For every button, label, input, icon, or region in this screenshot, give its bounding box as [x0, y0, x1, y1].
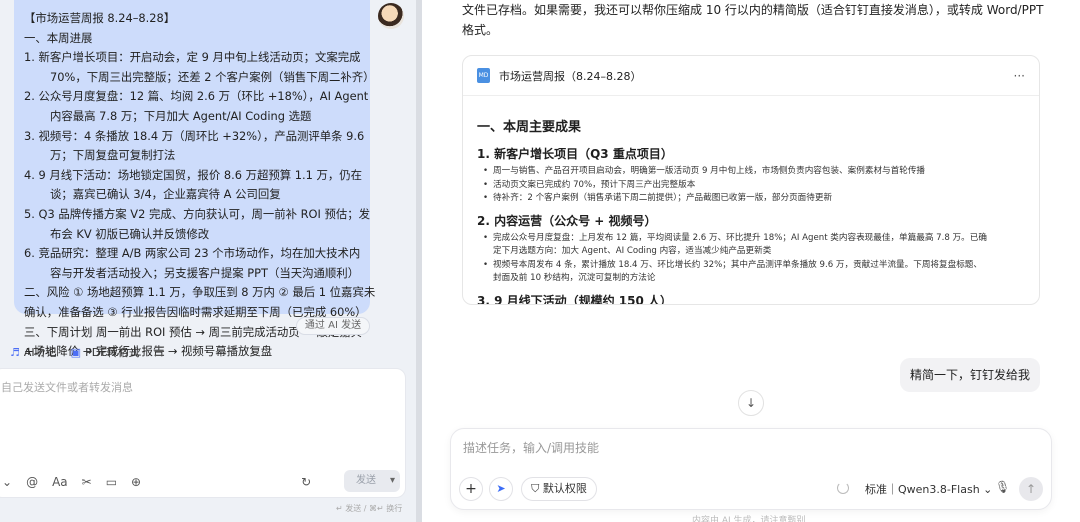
report-line: 谈；嘉宾已确认 3/4，企业嘉宾待 A 公司回复	[50, 187, 281, 202]
task-input-placeholder: 描述任务，输入/调用技能	[463, 441, 600, 455]
avatar[interactable]	[378, 3, 404, 29]
left-send-button[interactable]: 发送 ▾	[344, 470, 400, 492]
ai-reply-line: 文件已存档。如果需要，我还可以帮你压缩成 10 行以内的精简版（适合钉钉直接发消…	[462, 3, 1044, 17]
weekly-report-message: 【市场运营周报 8.24–8.28】 一、本周进展 1. 新客户增长项目：开启动会，…	[14, 0, 376, 358]
doc-section-list: 完成公众号月度复盘：上月发布 12 篇，平均阅读量 2.6 万、环比提升 18%…	[477, 232, 1025, 286]
report-line: 一、本周进展	[24, 30, 93, 45]
microphone-icon[interactable]: 🎙	[995, 480, 1010, 494]
report-line: 70%，下周三出完整版；还差 2 个客户案例（销售下周二补齐）	[50, 69, 375, 84]
send-button[interactable]: ↑	[1019, 477, 1043, 501]
doc-heading: 一、本周主要成果	[477, 120, 582, 135]
report-line: 5. Q3 品牌传播方案 V2 完成、方向获认可，周一前补 ROI 预估；发	[24, 206, 371, 221]
doc-list-item: 完成公众号月度复盘：上月发布 12 篇，平均阅读量 2.6 万、环比提升 18%…	[477, 232, 1025, 246]
mention-icon[interactable]: @	[26, 475, 38, 489]
permission-button[interactable]: ⛉ 默认权限	[521, 477, 597, 501]
scroll-down-button[interactable]: ↓	[738, 390, 764, 416]
loading-spinner-icon	[837, 482, 849, 494]
report-line: 4. 9 月线下活动：场地锁定国贸，报价 8.6 万超预算 1.1 万，仍在	[24, 167, 363, 182]
doc-list-item: 定下月选题方向：加大 Agent、AI Coding 内容，适当减少纯产品更新类	[493, 246, 772, 256]
chevron-down-icon[interactable]: ⌄	[2, 475, 12, 489]
doc-list-item: 待补齐：2 个客户案例（销售承诺下周二前提供）；产品截图已收第一版，部分页面待更…	[477, 192, 1025, 206]
model-selector[interactable]: 标准｜Qwen3.8-Flash ⌄	[865, 481, 992, 497]
doc-section-title: 3. 9 月线下活动（规模约 150 人）	[477, 293, 673, 305]
report-line: 6. 竞品研究：整理 A/B 两家公司 23 个市场动作，均在加大技术内	[24, 246, 361, 261]
doc-list-item: 封面及前 10 秒结构，沉淀可复制的方法论	[493, 273, 656, 283]
document-card[interactable]: MD 市场运营周报（8.24–8.28） ··· 一、本周主要成果 1. 新客户…	[462, 55, 1040, 305]
report-line: 二、风险 ① 场地超预算 1.1 万，争取压到 8 万内 ② 最后 1 位嘉宾未	[24, 285, 376, 300]
markdown-file-icon: MD	[477, 68, 490, 83]
pointer-tool-button[interactable]: ➤	[489, 477, 513, 501]
menu-icon: ☰	[153, 344, 166, 360]
doc-list-item: 视频号本周发布 4 条，累计播放 18.4 万、环比增长约 32%；其中产品测评…	[477, 259, 1025, 273]
menu-button[interactable]: ☰	[154, 345, 166, 360]
add-attachment-button[interactable]: +	[459, 477, 483, 501]
document-header: MD 市场运营周报（8.24–8.28） ···	[463, 56, 1039, 96]
doc-list-item: 周一与销售、产品召开项目启动会，明确第一版活动页 9 月中旬上线，市场侧负责内容…	[477, 165, 1025, 179]
pdf-convert-label: PDF转格式	[85, 346, 140, 359]
permission-label: 默认权限	[542, 482, 587, 495]
shield-icon: ⛉	[531, 482, 540, 495]
report-line: 内容最高 7.8 万；下月加大 Agent/AI Coding 选题	[50, 108, 312, 123]
refresh-icon[interactable]: ↻	[301, 475, 311, 489]
report-line: 1. 新客户增长项目：开启动会，定 9 月中旬上线活动页；文案完成	[24, 50, 361, 65]
left-toolbar: ♬ AI听记 ▣ PDF转格式 ☰	[0, 342, 179, 362]
chat-pane-right: 文件已存档。如果需要，我还可以帮你压缩成 10 行以内的精简版（适合钉钉直接发消…	[422, 0, 1080, 522]
left-send-label: 发送	[356, 475, 376, 486]
report-line: 2. 公众号月度复盘：12 篇、均阅 2.6 万（环比 +18%），AI Age…	[24, 89, 369, 104]
font-format-icon[interactable]: Aa	[52, 475, 68, 489]
report-line: 【市场运营周报 8.24–8.28】	[24, 11, 176, 25]
scissors-icon[interactable]: ✂	[82, 475, 92, 489]
report-line: 万；下周复盘可复制打法	[50, 148, 176, 163]
doc-section-title: 1. 新客户增长项目（Q3 重点项目）	[477, 147, 673, 161]
report-line: 容与开发者活动投入；另支援客户提案 PPT（当天沟通顺利）	[50, 265, 360, 280]
doc-section-list: 周一与销售、产品召开项目启动会，明确第一版活动页 9 月中旬上线，市场侧负责内容…	[477, 165, 1025, 206]
doc-section-title: 2. 内容运营（公众号 + 视频号）	[477, 213, 657, 228]
add-circle-icon[interactable]: ⊕	[131, 475, 141, 489]
left-composer-placeholder: 自己发送文件或者转发消息	[1, 381, 133, 394]
task-composer[interactable]: 描述任务，输入/调用技能 + ➤ ⛉ 默认权限 标准｜Qwen3.8-Flash…	[450, 428, 1052, 510]
more-options-icon[interactable]: ···	[1014, 69, 1025, 83]
pdf-convert-button[interactable]: ▣ PDF转格式	[71, 344, 140, 360]
shortcut-hint: ↵ 发送 / ⌘↵ 换行	[336, 504, 403, 513]
document-body: 一、本周主要成果 1. 新客户增长项目（Q3 重点项目） 周一与销售、产品召开项…	[463, 96, 1039, 305]
document-title: 市场运营周报（8.24–8.28）	[499, 69, 642, 83]
ai-listen-button[interactable]: ♬ AI听记	[10, 344, 57, 360]
ai-reply-text: 文件已存档。如果需要，我还可以帮你压缩成 10 行以内的精简版（适合钉钉直接发消…	[462, 0, 1062, 40]
ai-disclaimer: 内容由 AI 生成，请注意甄别	[692, 516, 806, 522]
dropdown-arrow-icon[interactable]: ▾	[390, 470, 395, 492]
report-line: 布会 KV 初版已确认并反馈修改	[50, 226, 210, 241]
report-line: 3. 视频号：4 条播放 18.4 万（周环比 +32%），产品测评单条 9.6	[24, 128, 365, 143]
pdf-icon: ▣	[70, 345, 82, 359]
user-message: 精简一下，钉钉发给我	[900, 358, 1040, 392]
ai-listen-label: AI听记	[23, 346, 57, 359]
doc-list-item: 活动页文案已完成约 70%，预计下周三产出完整版本	[477, 179, 1025, 193]
chat-pane-left: 【市场运营周报 8.24–8.28】 一、本周进展 1. 新客户增长项目：开启动会，…	[0, 0, 416, 522]
sent-via-ai-tag: 通过 AI 发送	[296, 317, 370, 335]
mic-icon: ♬	[10, 345, 20, 359]
ai-reply-line: 格式。	[462, 23, 499, 37]
folder-icon[interactable]: ▭	[106, 475, 117, 489]
